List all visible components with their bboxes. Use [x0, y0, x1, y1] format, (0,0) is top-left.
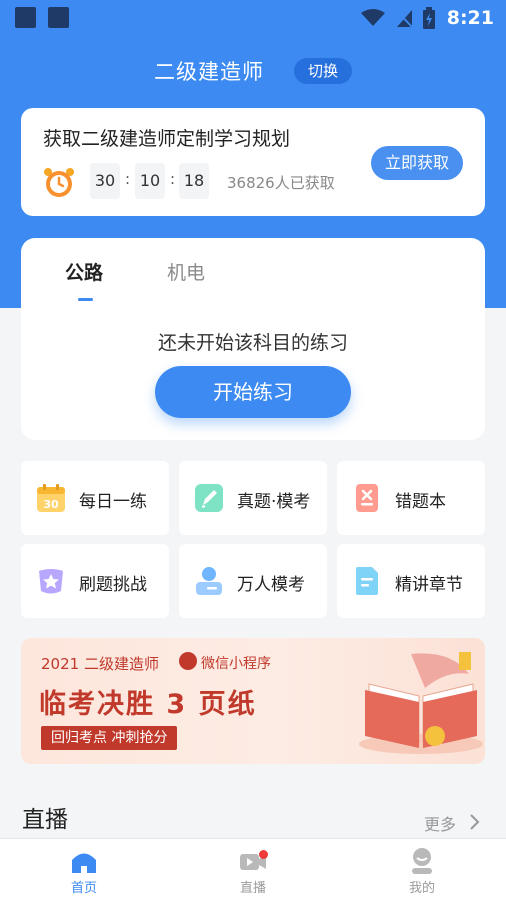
wifi-icon — [360, 9, 385, 26]
status-bar: 8:21 — [0, 0, 506, 36]
countdown-seconds: 18 — [179, 163, 209, 199]
grid-label: 刷题挑战 — [79, 575, 147, 595]
countdown-separator: : — [170, 170, 176, 188]
notification-icon — [15, 7, 36, 28]
notification-dot — [259, 850, 268, 859]
countdown-hours: 30 — [90, 163, 120, 199]
nav-profile[interactable]: 我的 — [392, 847, 452, 896]
mini-program-icon — [179, 652, 197, 670]
calendar-icon: 30 — [37, 484, 65, 512]
notification-icon — [48, 7, 69, 28]
nav-label: 首页 — [70, 881, 97, 896]
chevron-right-icon[interactable] — [468, 813, 482, 831]
switch-exam-button[interactable]: 切换 — [294, 58, 352, 84]
start-practice-button[interactable]: 开始练习 — [155, 366, 351, 418]
plan-title: 获取二级建造师定制学习规划 — [43, 128, 291, 150]
page-title: 二级建造师 — [154, 60, 264, 84]
clock-time: 8:21 — [446, 7, 494, 29]
grid-item-daily-practice[interactable]: 30 每日一练 — [21, 461, 169, 535]
banner-tagline: 回归考点 冲刺抢分 — [41, 726, 178, 750]
star-badge-icon — [39, 569, 63, 594]
nav-live[interactable]: 直播 — [223, 847, 283, 896]
nav-home[interactable]: 首页 — [54, 847, 114, 896]
tab-electromechanical[interactable]: 机电 — [167, 258, 205, 285]
empty-practice-message: 还未开始该科目的练习 — [157, 332, 348, 354]
get-plan-button[interactable]: 立即获取 — [371, 146, 463, 180]
mini-program-label: 微信小程序 — [201, 656, 271, 672]
grid-item-challenge[interactable]: 刷题挑战 — [21, 544, 169, 618]
grid-label: 精讲章节 — [395, 575, 463, 595]
calendar-digits: 30 — [43, 498, 59, 511]
pen-icon — [195, 484, 223, 512]
home-icon — [72, 853, 96, 873]
live-section-title: 直播 — [22, 807, 68, 833]
active-tab-indicator — [78, 298, 93, 301]
error-book-icon — [356, 484, 378, 512]
promo-banner[interactable]: 2021 二级建造师 微信小程序 临考决胜 3 页纸 回归考点 冲刺抢分 — [21, 638, 485, 764]
bottom-navigation: 首页 直播 我的 — [0, 838, 506, 900]
practice-card: 公路 机电 还未开始该科目的练习 开始练习 — [21, 238, 485, 440]
tab-highway[interactable]: 公路 — [65, 258, 103, 285]
grid-item-chapters[interactable]: 精讲章节 — [337, 544, 485, 618]
nav-label: 我的 — [408, 881, 435, 896]
grid-label: 错题本 — [395, 492, 446, 512]
open-book-illustration — [359, 652, 483, 754]
grid-label: 真题·模考 — [237, 492, 311, 512]
study-plan-card: 获取二级建造师定制学习规划 30 : 10 : 18 36826人已获取 立即获… — [21, 108, 485, 216]
grid-item-error-book[interactable]: 错题本 — [337, 461, 485, 535]
grid-label: 每日一练 — [79, 492, 147, 512]
grid-item-mock-exam[interactable]: 万人模考 — [179, 544, 327, 618]
no-signal-icon — [395, 9, 413, 28]
banner-headline: 临考决胜 3 页纸 — [39, 689, 257, 720]
battery-icon — [422, 7, 435, 29]
banner-year-line: 2021 二级建造师 — [41, 655, 159, 673]
claimed-count: 36826人已获取 — [227, 174, 335, 192]
user-card-icon — [196, 567, 222, 595]
countdown-minutes: 10 — [135, 163, 165, 199]
document-icon — [356, 567, 378, 595]
nav-label: 直播 — [239, 881, 266, 896]
profile-icon — [412, 848, 432, 874]
countdown-separator: : — [125, 170, 131, 188]
alarm-clock-icon — [44, 168, 74, 197]
more-link[interactable]: 更多 — [424, 811, 456, 835]
grid-label: 万人模考 — [237, 575, 305, 595]
grid-item-past-exams[interactable]: 真题·模考 — [179, 461, 327, 535]
